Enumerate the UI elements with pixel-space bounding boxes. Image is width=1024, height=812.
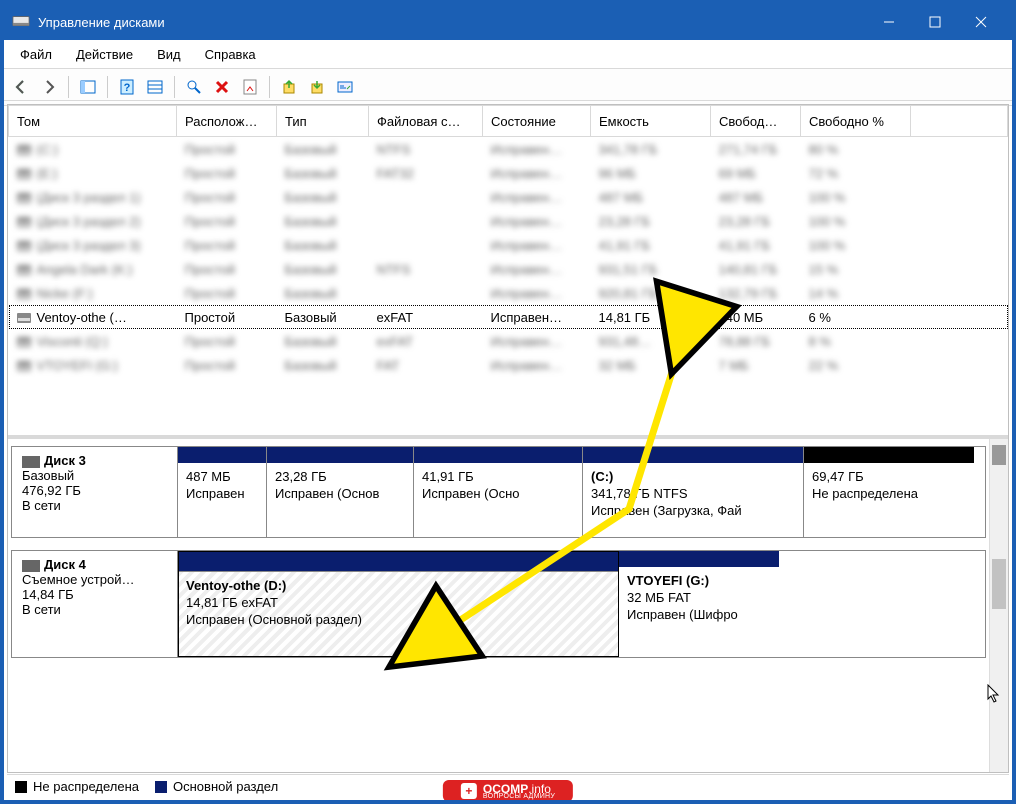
partition[interactable]: (C:)341,78 ГБ NTFSИсправен (Загрузка, Фа… bbox=[583, 447, 804, 537]
col-free[interactable]: Свобод… bbox=[711, 106, 801, 137]
disk-icon bbox=[22, 560, 40, 572]
menu-file[interactable]: Файл bbox=[10, 45, 62, 64]
table-row[interactable]: Ventoy-othe (…ПростойБазовыйexFATИсправе… bbox=[9, 305, 1008, 329]
disk-label: Диск 3Базовый476,92 ГБВ сети bbox=[11, 446, 177, 538]
disk-row[interactable]: Диск 4Съемное устрой…14,84 ГБВ сетиVento… bbox=[11, 550, 986, 658]
partition[interactable]: 487 МБИсправен bbox=[178, 447, 267, 537]
volume-icon bbox=[17, 145, 31, 155]
volume-icon bbox=[17, 241, 31, 251]
watermark-badge: + OCOMP.info ВОПРОСЫ АДМИНУ bbox=[443, 780, 573, 802]
disk-icon bbox=[22, 456, 40, 468]
table-row[interactable]: Angela Dark (K:)ПростойБазовыйNTFSИсправ… bbox=[9, 257, 1008, 281]
table-row[interactable]: (C:)ПростойБазовыйNTFSИсправен…341,78 ГБ… bbox=[9, 137, 1008, 162]
close-button[interactable] bbox=[958, 4, 1004, 40]
legend-primary: Основной раздел bbox=[155, 779, 278, 794]
menubar: Файл Действие Вид Справка bbox=[4, 40, 1012, 69]
window-titlebar: Управление дисками bbox=[4, 4, 1012, 40]
col-volume[interactable]: Том bbox=[9, 106, 177, 137]
volume-list[interactable]: Том Располож… Тип Файловая с… Состояние … bbox=[8, 105, 1008, 439]
svg-text:?: ? bbox=[124, 82, 131, 94]
window-title: Управление дисками bbox=[38, 15, 866, 30]
table-row[interactable]: VTOYEFI (G:)ПростойБазовыйFATИсправен…32… bbox=[9, 353, 1008, 377]
table-row[interactable]: (Диск 3 раздел 3)ПростойБазовыйИсправен…… bbox=[9, 233, 1008, 257]
delete-button[interactable] bbox=[209, 74, 235, 100]
action1-button[interactable] bbox=[276, 74, 302, 100]
maximize-button[interactable] bbox=[912, 4, 958, 40]
table-row[interactable]: (Диск 3 раздел 2)ПростойБазовыйИсправен…… bbox=[9, 209, 1008, 233]
partition[interactable]: Ventoy-othe (D:)14,81 ГБ exFATИсправен (… bbox=[178, 551, 619, 657]
menu-help[interactable]: Справка bbox=[195, 45, 266, 64]
vertical-scrollbar[interactable] bbox=[989, 439, 1008, 772]
action2-button[interactable] bbox=[304, 74, 330, 100]
back-button[interactable] bbox=[8, 74, 34, 100]
table-row[interactable]: Visconti (Q:)ПростойБазовыйexFATИсправен… bbox=[9, 329, 1008, 353]
volume-icon bbox=[17, 193, 31, 203]
graphical-view[interactable]: Диск 3Базовый476,92 ГБВ сети487 МБИсправ… bbox=[8, 439, 1008, 772]
volume-icon bbox=[17, 265, 31, 275]
list-view-button[interactable] bbox=[142, 74, 168, 100]
settings-button[interactable] bbox=[332, 74, 358, 100]
volume-icon bbox=[17, 217, 31, 227]
legend-unallocated: Не распределена bbox=[15, 779, 139, 794]
table-row[interactable]: (E:)ПростойБазовыйFAT32Исправен…96 МБ69 … bbox=[9, 161, 1008, 185]
partition[interactable]: 41,91 ГБИсправен (Осно bbox=[414, 447, 583, 537]
forward-button[interactable] bbox=[36, 74, 62, 100]
col-status[interactable]: Состояние bbox=[483, 106, 591, 137]
show-hide-console-button[interactable] bbox=[75, 74, 101, 100]
app-icon bbox=[12, 13, 30, 31]
plus-icon: + bbox=[461, 783, 477, 799]
col-layout[interactable]: Располож… bbox=[177, 106, 277, 137]
minimize-button[interactable] bbox=[866, 4, 912, 40]
table-row[interactable]: (Диск 3 раздел 1)ПростойБазовыйИсправен…… bbox=[9, 185, 1008, 209]
volume-icon bbox=[17, 337, 31, 347]
volume-icon bbox=[17, 313, 31, 323]
col-fs[interactable]: Файловая с… bbox=[369, 106, 483, 137]
disk-row[interactable]: Диск 3Базовый476,92 ГБВ сети487 МБИсправ… bbox=[11, 446, 986, 538]
menu-view[interactable]: Вид bbox=[147, 45, 191, 64]
partition[interactable]: VTOYEFI (G:)32 МБ FATИсправен (Шифро bbox=[619, 551, 779, 657]
col-capacity[interactable]: Емкость bbox=[591, 106, 711, 137]
partition[interactable]: 23,28 ГБИсправен (Основ bbox=[267, 447, 414, 537]
search-button[interactable] bbox=[181, 74, 207, 100]
help-button[interactable]: ? bbox=[114, 74, 140, 100]
partition[interactable]: 69,47 ГБНе распределена bbox=[804, 447, 974, 537]
col-type[interactable]: Тип bbox=[277, 106, 369, 137]
volume-icon bbox=[17, 361, 31, 371]
col-freepct[interactable]: Свободно % bbox=[801, 106, 911, 137]
table-row[interactable]: Nicke (F:)ПростойБазовыйИсправен…920,81 … bbox=[9, 281, 1008, 305]
volume-icon bbox=[17, 289, 31, 299]
properties-button[interactable] bbox=[237, 74, 263, 100]
column-headers[interactable]: Том Располож… Тип Файловая с… Состояние … bbox=[9, 106, 1008, 137]
disk-label: Диск 4Съемное устрой…14,84 ГБВ сети bbox=[11, 550, 177, 658]
volume-icon bbox=[17, 169, 31, 179]
menu-action[interactable]: Действие bbox=[66, 45, 143, 64]
